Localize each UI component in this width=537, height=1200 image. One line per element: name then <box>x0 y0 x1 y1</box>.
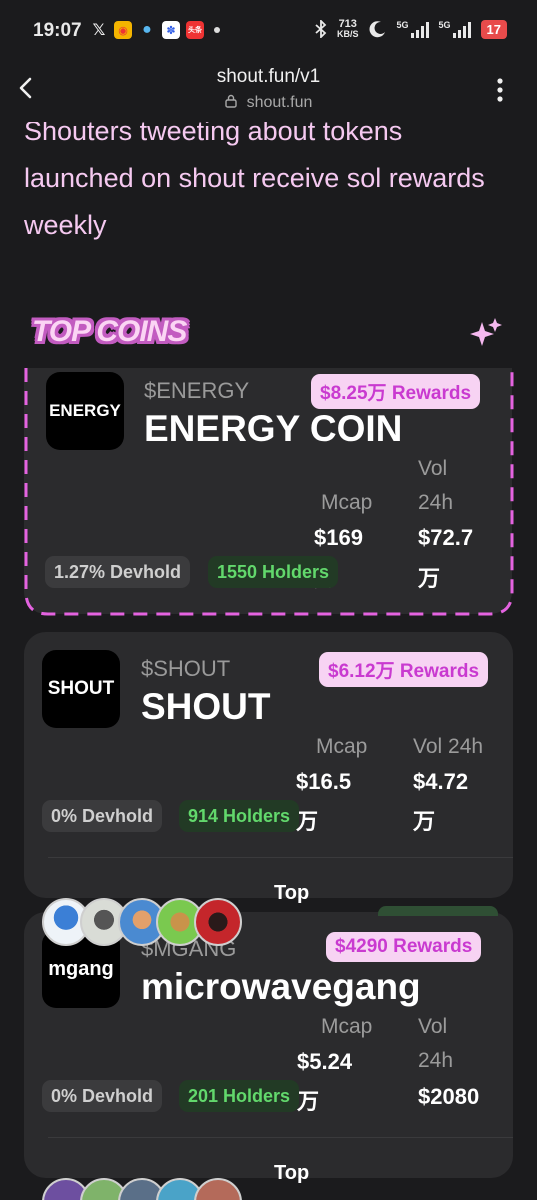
devhold-pill: 0% Devhold <box>42 800 163 832</box>
net-speed-unit: KB/S <box>336 29 359 39</box>
x-icon: 𝕏 <box>92 22 106 39</box>
browser-header: shout.fun/v1 shout.fun <box>0 62 537 122</box>
signal-1: 5G <box>397 20 429 38</box>
sparkle-icon <box>470 318 502 346</box>
green-tab <box>378 906 498 916</box>
intro-text: Shouters tweeting about tokens launched … <box>24 116 485 240</box>
mcap-unit: 万 <box>297 1089 320 1114</box>
coin-card-mgang[interactable]: mgang $MGANG microwavegang $4290 Rewards… <box>24 906 513 1184</box>
net-speed: 713 KB/S <box>337 19 359 39</box>
vol-24h-label: 24h <box>418 1049 454 1072</box>
card-divider <box>48 1137 513 1138</box>
rewards-badge: $6.12万 Rewards <box>319 652 489 687</box>
status-bar: 19:07 𝕏 ◉ ● ✽ 头条 713 KB/S 5G 5G 17 <box>0 0 537 62</box>
rewards-badge: $4290 Rewards <box>326 932 482 962</box>
mcap-label: Mcap <box>321 1015 373 1038</box>
more-menu-icon[interactable] <box>497 78 503 102</box>
section-title: TOP COINS <box>32 315 187 348</box>
top-label: Top <box>274 882 310 904</box>
lock-icon <box>224 94 237 108</box>
coin-card-shout[interactable]: SHOUT $SHOUT SHOUT $6.12万 Rewards Mcap V… <box>24 632 513 904</box>
vol-unit: 万 <box>413 809 436 834</box>
coin-name: microwavegang <box>141 966 421 1007</box>
toutiao-icon: 头条 <box>186 21 204 39</box>
vol-value: $2080 <box>418 1084 480 1109</box>
vol-24h-label: Vol 24h <box>413 735 484 758</box>
avatar[interactable] <box>194 1178 242 1200</box>
bluetooth-icon <box>315 20 327 38</box>
mcap-unit: 万 <box>296 809 319 834</box>
more-notifications-dot <box>214 27 220 33</box>
holders-pill: 201 Holders <box>179 1080 300 1112</box>
top-label: Top <box>274 1162 310 1184</box>
battery-indicator: 17 <box>480 19 507 39</box>
highlight-dashed-border <box>24 368 514 616</box>
coin-logo: SHOUT <box>42 650 120 728</box>
signal-2: 5G <box>439 20 471 38</box>
mcap-value: $16.5 <box>296 769 352 794</box>
notification-icons: 𝕏 ◉ ● ✽ 头条 <box>90 21 220 39</box>
signal-bars-icon <box>452 22 471 38</box>
network-type-1: 5G <box>396 20 409 30</box>
mcap-label: Mcap <box>316 735 368 758</box>
top-shouters-avatars[interactable] <box>42 898 242 946</box>
vol-value: $4.72 <box>413 769 469 794</box>
avatar[interactable] <box>194 898 242 946</box>
page-domain[interactable]: shout.fun <box>0 94 537 112</box>
card-divider <box>48 857 513 858</box>
coin-ticker: $SHOUT <box>141 656 231 681</box>
devhold-pill: 0% Devhold <box>42 1080 163 1112</box>
network-type-2: 5G <box>438 20 451 30</box>
page-url-title[interactable]: shout.fun/v1 <box>0 66 537 88</box>
next-card-avatars[interactable] <box>42 1178 242 1200</box>
coin-name: SHOUT <box>141 686 271 727</box>
status-time: 19:07 <box>33 20 82 41</box>
baidu-icon: ✽ <box>162 21 180 39</box>
weibo-icon: ◉ <box>114 21 132 39</box>
mcap-value: $5.24 <box>297 1049 353 1074</box>
moon-icon <box>369 21 385 38</box>
domain-text: shout.fun <box>246 94 313 111</box>
qq-icon: ● <box>142 21 152 38</box>
holders-pill: 914 Holders <box>179 800 300 832</box>
signal-bars-icon <box>410 22 429 38</box>
status-right: 713 KB/S 5G 5G 17 <box>315 19 507 39</box>
vol-label: Vol <box>418 1015 448 1038</box>
